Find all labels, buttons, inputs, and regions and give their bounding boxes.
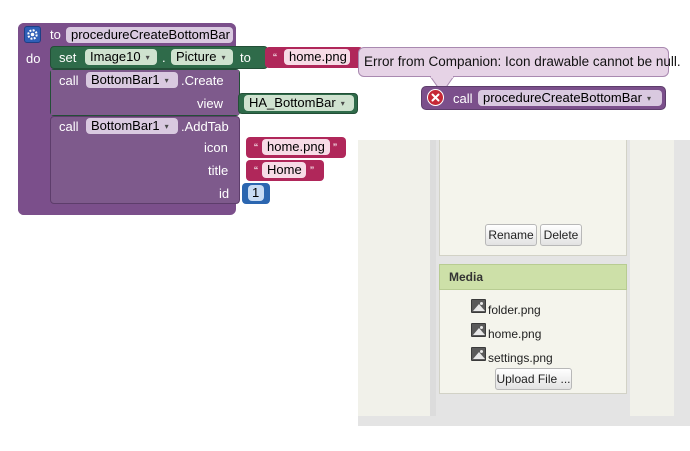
image-file-icon — [471, 347, 486, 361]
designer-left-strip — [358, 140, 430, 416]
media-file-label: settings.png — [488, 351, 553, 365]
close-quote-icon: ” — [333, 141, 337, 155]
id-param-label: id — [219, 186, 230, 201]
procedure-name-dropdown[interactable]: procedureCreateBottomBar ▾ — [478, 90, 662, 106]
icon-param-label: icon — [204, 140, 228, 155]
designer-right-strip — [630, 140, 674, 416]
chevron-down-icon: ▾ — [164, 122, 169, 131]
property-dropdown-picture[interactable]: Picture ▾ — [171, 49, 233, 65]
component-name: HA_BottomBar — [249, 95, 336, 110]
chevron-down-icon: ▾ — [164, 76, 169, 85]
delete-button[interactable]: Delete — [540, 224, 582, 246]
string-value-icon[interactable]: home.png — [262, 139, 330, 155]
component-name: BottomBar1 — [91, 72, 160, 87]
procedure-to-keyword: to — [50, 27, 61, 42]
upload-file-button[interactable]: Upload File ... — [495, 368, 572, 390]
component-dropdown-bottombar-addtab[interactable]: BottomBar1 ▾ — [86, 118, 178, 134]
chevron-down-icon: ▾ — [646, 94, 651, 103]
addtab-call-keyword: call — [59, 119, 79, 134]
title-param-label: title — [208, 163, 229, 178]
string-value-title[interactable]: Home — [262, 162, 306, 178]
procedure-footer — [18, 204, 78, 215]
set-picture-block[interactable] — [50, 46, 268, 69]
property-dot: . — [162, 50, 166, 65]
media-file-label: home.png — [488, 327, 542, 341]
designer-divider — [430, 140, 436, 416]
component-name: BottomBar1 — [91, 118, 160, 133]
close-quote-icon: ” — [310, 164, 314, 178]
open-quote-icon: “ — [254, 141, 258, 155]
open-quote-icon: “ — [254, 164, 258, 178]
open-quote-icon: “ — [273, 51, 277, 65]
image-file-icon — [471, 299, 486, 313]
media-panel-title: Media — [449, 270, 484, 284]
component-name: Image10 — [90, 49, 141, 64]
mutator-gear-icon[interactable] — [24, 26, 41, 43]
component-dropdown-bottombar-create[interactable]: BottomBar1 ▾ — [86, 72, 178, 88]
component-dropdown-ha-bottombar[interactable]: HA_BottomBar ▾ — [244, 95, 354, 111]
chevron-down-icon: ▾ — [145, 53, 150, 62]
error-icon[interactable] — [427, 89, 444, 106]
create-method-name: .Create — [181, 73, 224, 88]
media-file-label: folder.png — [488, 303, 541, 317]
chevron-down-icon: ▾ — [221, 53, 226, 62]
string-value-field[interactable]: home.png — [284, 49, 350, 65]
procedure-do-keyword: do — [26, 51, 41, 66]
error-message: Error from Companion: Icon drawable cann… — [364, 54, 681, 69]
rename-button[interactable]: Rename — [485, 224, 537, 246]
property-name: Picture — [176, 49, 217, 64]
addtab-method-name: .AddTab — [181, 119, 229, 134]
number-value-id[interactable]: 1 — [248, 185, 264, 201]
procedure-name-field[interactable]: procedureCreateBottomBar — [66, 27, 233, 43]
call-keyword: call — [453, 91, 473, 106]
component-dropdown-image10[interactable]: Image10 ▾ — [85, 49, 157, 65]
set-keyword: set — [59, 50, 77, 65]
procedure-name: procedureCreateBottomBar — [483, 90, 642, 105]
view-param-label: view — [197, 96, 224, 111]
chevron-down-icon: ▾ — [340, 99, 345, 108]
image-file-icon — [471, 323, 486, 337]
set-to-keyword: to — [240, 50, 251, 65]
create-call-keyword: call — [59, 73, 79, 88]
